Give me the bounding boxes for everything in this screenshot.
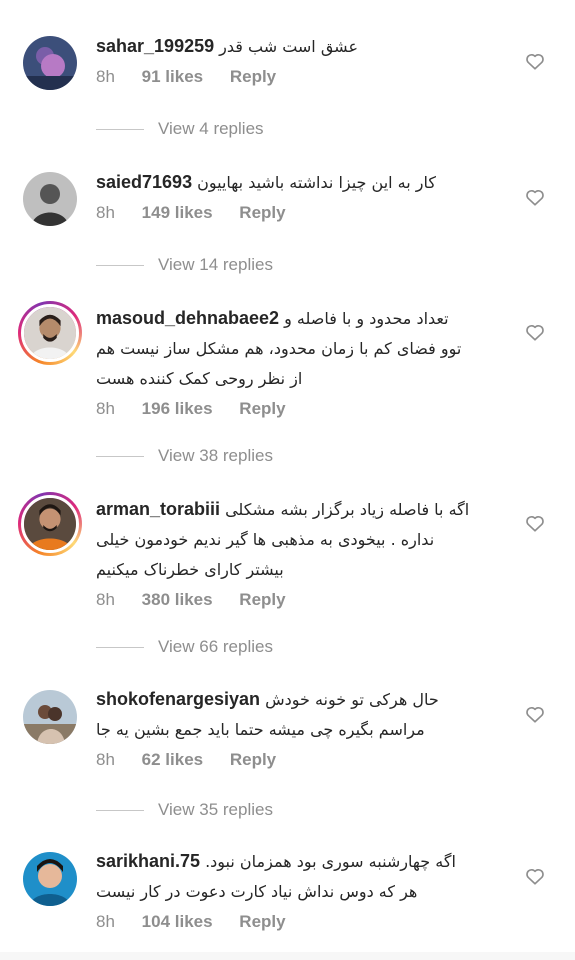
heart-outline-icon[interactable] bbox=[525, 867, 545, 885]
avatar[interactable] bbox=[23, 36, 77, 90]
reply-button[interactable]: Reply bbox=[230, 750, 276, 769]
comment-text: تعداد محدود و با فاصله و bbox=[284, 309, 449, 328]
divider-line bbox=[96, 809, 144, 811]
comment-text: مراسم بگیره چی میشه حتما باید جمع بشین ی… bbox=[96, 720, 425, 739]
view-replies-button[interactable]: View 35 replies bbox=[96, 800, 273, 820]
comment-text: اگه با فاصله زیاد برگزار بشه مشکلی bbox=[225, 500, 470, 519]
comment-username[interactable]: shokofenargesiyan bbox=[96, 689, 260, 709]
reply-button[interactable]: Reply bbox=[230, 67, 276, 86]
comment-likes[interactable]: 91 likes bbox=[142, 67, 203, 86]
comment-text: اگه چهارشنبه سوری بود همزمان نبود. bbox=[205, 852, 456, 871]
heart-outline-icon[interactable] bbox=[525, 323, 545, 341]
comment-likes[interactable]: 380 likes bbox=[142, 590, 213, 609]
view-replies-button[interactable]: View 4 replies bbox=[96, 119, 264, 139]
reply-button[interactable]: Reply bbox=[239, 203, 285, 222]
comment-text: بیشتر کارای خطرناک میکنیم bbox=[96, 560, 284, 579]
comment-username[interactable]: saied71693 bbox=[96, 172, 192, 192]
avatar[interactable] bbox=[18, 492, 82, 556]
reply-button[interactable]: Reply bbox=[239, 590, 285, 609]
comment-likes[interactable]: 104 likes bbox=[142, 912, 213, 931]
comment-body: arman_torabiii اگه با فاصله زیاد برگزار … bbox=[96, 494, 516, 611]
comment-text: نداره . بیخودی به مذهبی ها گیر ندیم خودم… bbox=[96, 530, 435, 549]
bottom-edge bbox=[0, 952, 575, 960]
view-replies-button[interactable]: View 66 replies bbox=[96, 637, 273, 657]
view-replies-button[interactable]: View 38 replies bbox=[96, 446, 273, 466]
divider-line bbox=[96, 646, 144, 648]
comment-time: 8h bbox=[96, 203, 115, 222]
avatar[interactable] bbox=[18, 301, 82, 365]
comment-text: هر که دوس نداش نیاد کارت دعوت در کار نیس… bbox=[96, 882, 418, 901]
comment-body: sahar_199259 عشق است شب قدر 8h 91 likes … bbox=[96, 31, 516, 88]
comment-text: از نظر روحی کمک کننده هست bbox=[96, 369, 303, 388]
comment-username[interactable]: sarikhani.75 bbox=[96, 851, 200, 871]
comment-text: عشق است شب قدر bbox=[219, 37, 358, 56]
comment-time: 8h bbox=[96, 590, 115, 609]
divider-line bbox=[96, 128, 144, 130]
comment-likes[interactable]: 196 likes bbox=[142, 399, 213, 418]
comment-text: توو فضای کم با زمان محدود، هم مشکل ساز ن… bbox=[96, 339, 462, 358]
avatar[interactable] bbox=[23, 172, 77, 226]
reply-button[interactable]: Reply bbox=[239, 399, 285, 418]
comment-body: saied71693 کار به این چیزا نداشته باشید … bbox=[96, 167, 516, 224]
comment-time: 8h bbox=[96, 67, 115, 86]
heart-outline-icon[interactable] bbox=[525, 188, 545, 206]
heart-outline-icon[interactable] bbox=[525, 705, 545, 723]
comment-body: shokofenargesiyan حال هرکی تو خونه خودش … bbox=[96, 684, 516, 771]
comment-username[interactable]: masoud_dehnabaee2 bbox=[96, 308, 279, 328]
avatar[interactable] bbox=[23, 690, 77, 744]
heart-outline-icon[interactable] bbox=[525, 514, 545, 532]
comment-username[interactable]: sahar_199259 bbox=[96, 36, 214, 56]
comment-text: حال هرکی تو خونه خودش bbox=[265, 690, 439, 709]
comment-time: 8h bbox=[96, 912, 115, 931]
divider-line bbox=[96, 264, 144, 266]
comment-body: sarikhani.75 اگه چهارشنبه سوری بود همزما… bbox=[96, 846, 516, 933]
comment-time: 8h bbox=[96, 750, 115, 769]
divider-line bbox=[96, 455, 144, 457]
comment-time: 8h bbox=[96, 399, 115, 418]
avatar[interactable] bbox=[23, 852, 77, 906]
comment-body: masoud_dehnabaee2 تعداد محدود و با فاصله… bbox=[96, 303, 516, 420]
reply-button[interactable]: Reply bbox=[239, 912, 285, 931]
comment-username[interactable]: arman_torabiii bbox=[96, 499, 220, 519]
comment-likes[interactable]: 149 likes bbox=[142, 203, 213, 222]
heart-outline-icon[interactable] bbox=[525, 52, 545, 70]
comment-likes[interactable]: 62 likes bbox=[142, 750, 203, 769]
view-replies-button[interactable]: View 14 replies bbox=[96, 255, 273, 275]
comment-text: کار به این چیزا نداشته باشید بهاییون bbox=[197, 173, 437, 192]
